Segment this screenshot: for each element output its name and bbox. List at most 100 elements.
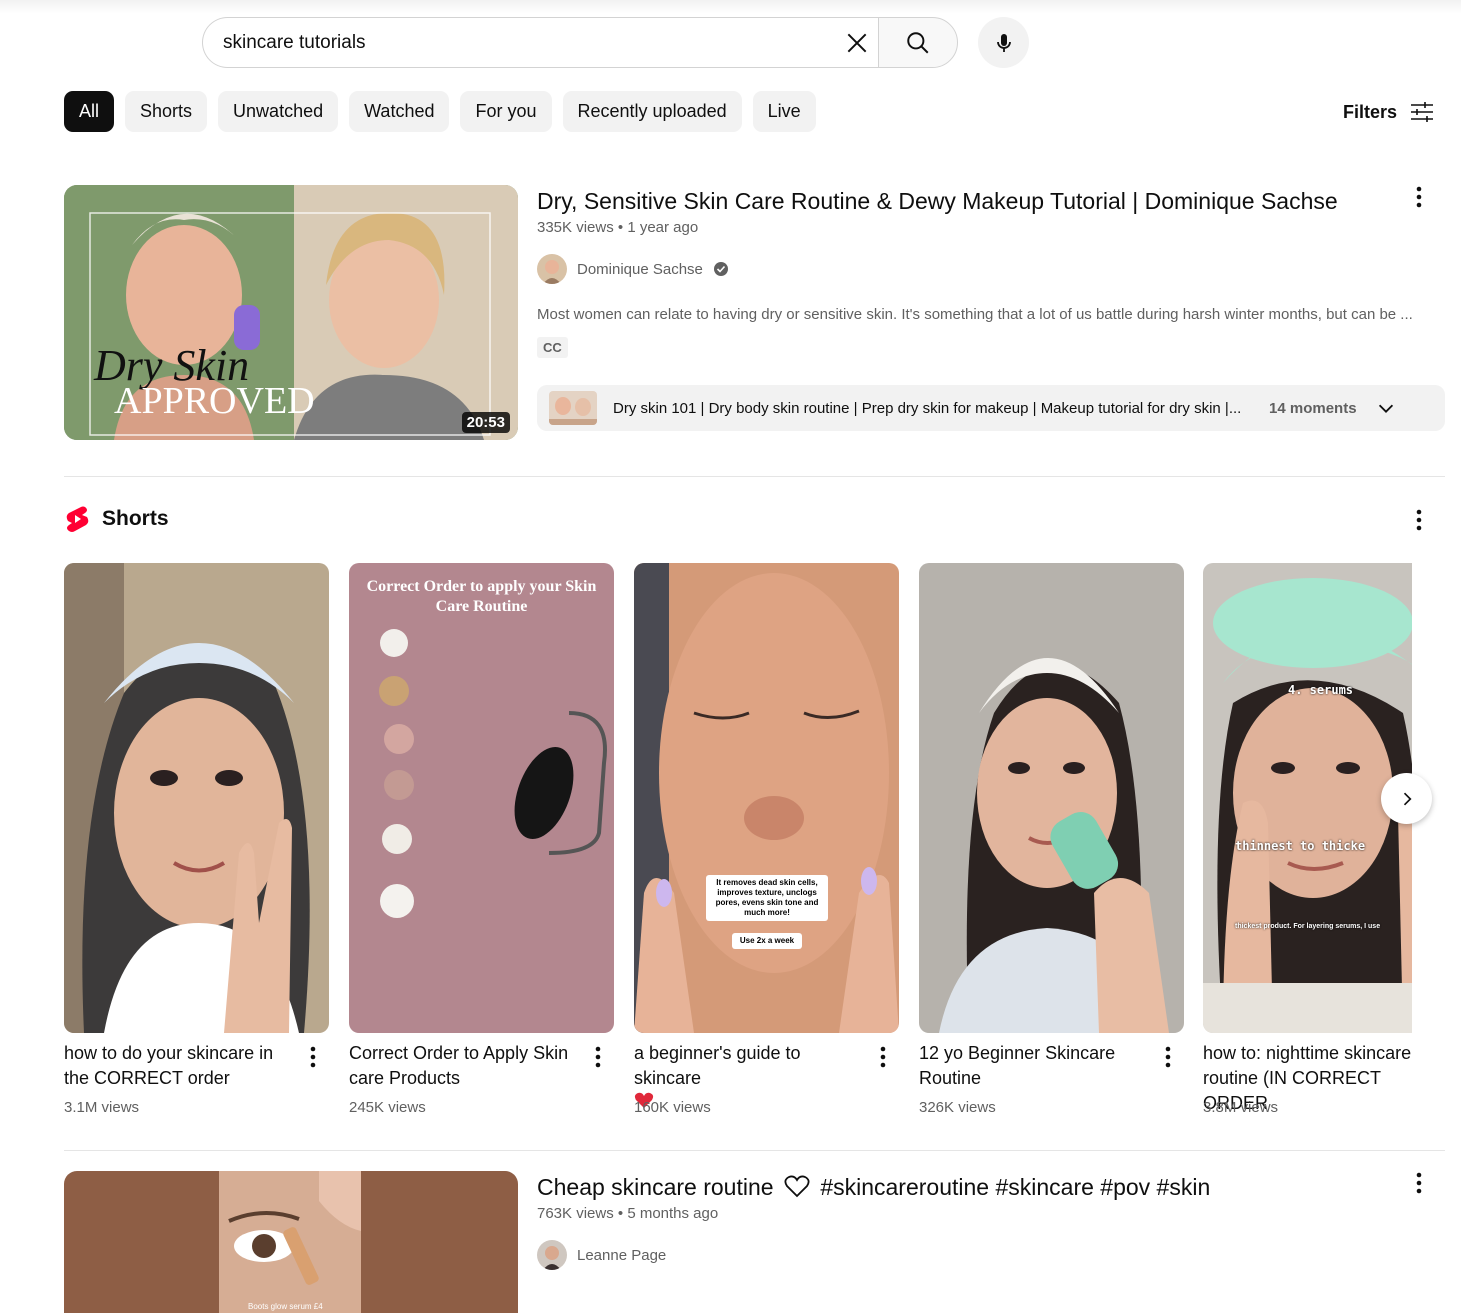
upload-age: 1 year ago [627, 219, 699, 236]
avatar[interactable] [537, 1240, 567, 1270]
shorts-row: how to do your skincare in the CORRECT o… [64, 563, 1412, 1123]
top-search-bar [0, 0, 1461, 84]
video-thumbnail[interactable]: Dry Skin APPROVED 20:53 [64, 185, 518, 440]
video-meta: 763K views • 5 months ago [537, 1205, 719, 1222]
short-more-options-button[interactable] [871, 1045, 895, 1069]
verified-badge-icon [713, 262, 728, 276]
thumbnail-image: Dry Skin APPROVED [64, 185, 518, 440]
short-views: 245K views [349, 1099, 426, 1116]
kebab-menu-icon [880, 1046, 886, 1068]
moments-thumbnail [549, 391, 597, 425]
channel-row[interactable]: Dominique Sachse [537, 254, 1417, 284]
shelf-more-options-button[interactable] [1407, 508, 1431, 532]
short-more-options-button[interactable] [1156, 1045, 1180, 1069]
heart-outline-icon [784, 1175, 810, 1198]
short-views: 3.8M views [1203, 1099, 1279, 1116]
avatar[interactable] [537, 254, 567, 284]
filter-chips: All Shorts Unwatched Watched For you Rec… [64, 91, 816, 132]
short-title[interactable]: how to do your skincare in the CORRECT o… [64, 1041, 294, 1091]
short-title-text: a beginner's guide to skincare [634, 1043, 801, 1088]
video-thumbnail[interactable]: Boots glow serum £4 [64, 1171, 518, 1313]
video-result[interactable]: Boots glow serum £4 Cheap skincare routi… [64, 1171, 1449, 1313]
search-input[interactable] [223, 18, 823, 67]
channel-name[interactable]: Dominique Sachse [577, 261, 703, 278]
kebab-menu-icon [1416, 186, 1422, 208]
search-icon [907, 31, 929, 53]
more-options-button[interactable] [1407, 185, 1431, 209]
clear-search-button[interactable] [840, 26, 874, 60]
video-meta: 335K views • 1 year ago [537, 219, 699, 236]
filters-button[interactable]: Filters [1343, 98, 1435, 126]
chip-unwatched[interactable]: Unwatched [218, 91, 339, 132]
short-thumbnail[interactable] [64, 563, 329, 1033]
moments-text: Dry skin 101 | Dry body skin routine | P… [613, 399, 1242, 417]
video-result[interactable]: Dry Skin APPROVED 20:53 Dry, Sensitive S… [64, 185, 1449, 445]
upload-age: 5 months ago [627, 1205, 719, 1222]
thumbnail-headline-text: APPROVED [114, 380, 315, 422]
view-count: 335K views [537, 219, 614, 236]
shorts-logo-icon [66, 506, 89, 532]
sliders-icon [1411, 102, 1434, 122]
key-moments-bar[interactable]: Dry skin 101 | Dry body skin routine | P… [537, 385, 1445, 431]
next-arrow-button[interactable] [1381, 773, 1432, 824]
short-card[interactable]: how to do your skincare in the CORRECT o… [64, 563, 329, 1116]
kebab-menu-icon [595, 1046, 601, 1068]
shorts-shelf-header: Shorts [64, 505, 169, 533]
chip-for-you[interactable]: For you [460, 91, 552, 132]
chip-recently-uploaded[interactable]: Recently uploaded [562, 91, 742, 132]
chevron-down-icon[interactable] [1375, 397, 1397, 419]
short-views: 326K views [919, 1099, 996, 1116]
short-caption: It removes dead skin cells, improves tex… [706, 875, 828, 921]
short-card[interactable]: It removes dead skin cells, improves tex… [634, 563, 899, 1116]
short-views: 3.1M views [64, 1099, 140, 1116]
kebab-menu-icon [1416, 509, 1422, 531]
shelf-title: Shorts [102, 507, 169, 530]
video-description: Most women can relate to having dry or s… [537, 306, 1413, 323]
filters-label: Filters [1343, 101, 1398, 122]
chevron-right-icon [1403, 792, 1412, 805]
close-icon [847, 33, 867, 53]
short-overlay-text: 4. serums [1288, 683, 1354, 697]
short-overlay-text-3: thickest product. For layering serums, I… [1235, 923, 1381, 930]
kebab-menu-icon [310, 1046, 316, 1068]
video-info: Dry, Sensitive Skin Care Routine & Dewy … [537, 185, 1417, 358]
short-thumbnail[interactable] [919, 563, 1184, 1033]
short-overlay-text-2: thinnest to thicke [1235, 839, 1366, 853]
channel-name[interactable]: Leanne Page [577, 1247, 666, 1264]
short-card[interactable]: Correct Order to apply your Skin Care Ro… [349, 563, 614, 1116]
chip-live[interactable]: Live [752, 91, 816, 132]
short-title[interactable]: 12 yo Beginner Skincare Routine [919, 1041, 1149, 1091]
short-views: 160K views [634, 1099, 711, 1116]
video-title[interactable]: Cheap skincare routine #skincareroutine … [537, 1171, 1417, 1203]
search-button[interactable] [878, 17, 958, 68]
more-options-button[interactable] [1407, 1171, 1431, 1195]
video-info: Cheap skincare routine #skincareroutine … [537, 1171, 1417, 1270]
duration-badge: 20:53 [461, 412, 510, 433]
short-more-options-button[interactable] [586, 1045, 610, 1069]
short-title[interactable]: Correct Order to Apply Skin care Product… [349, 1041, 579, 1091]
video-title-hashtags[interactable]: #skincareroutine #skincare #pov #skin [820, 1174, 1210, 1200]
voice-search-button[interactable] [978, 17, 1029, 68]
video-title-text: Cheap skincare routine [537, 1174, 774, 1200]
short-caption-secondary: Use 2x a week [732, 933, 802, 949]
chip-watched[interactable]: Watched [349, 91, 450, 132]
short-thumbnail[interactable]: It removes dead skin cells, improves tex… [634, 563, 899, 1033]
search-box[interactable] [202, 17, 879, 68]
moments-count: 14 moments [1269, 399, 1357, 417]
short-card[interactable]: 12 yo Beginner Skincare Routine 326K vie… [919, 563, 1184, 1116]
short-more-options-button[interactable] [301, 1045, 325, 1069]
view-count: 763K views [537, 1205, 614, 1222]
thumbnail-caption: Boots glow serum £4 [248, 1302, 323, 1311]
video-title[interactable]: Dry, Sensitive Skin Care Routine & Dewy … [537, 185, 1417, 217]
chip-all[interactable]: All [64, 91, 115, 132]
short-overlay-text: Correct Order to apply your Skin Care Ro… [366, 578, 597, 615]
cc-badge: CC [537, 337, 568, 358]
kebab-menu-icon [1165, 1046, 1171, 1068]
microphone-icon [996, 33, 1011, 52]
kebab-menu-icon [1416, 1172, 1422, 1194]
channel-row[interactable]: Leanne Page [537, 1240, 1417, 1270]
section-divider [64, 1150, 1445, 1151]
section-divider [64, 476, 1445, 477]
short-thumbnail[interactable]: Correct Order to apply your Skin Care Ro… [349, 563, 614, 1033]
chip-shorts[interactable]: Shorts [125, 91, 208, 132]
